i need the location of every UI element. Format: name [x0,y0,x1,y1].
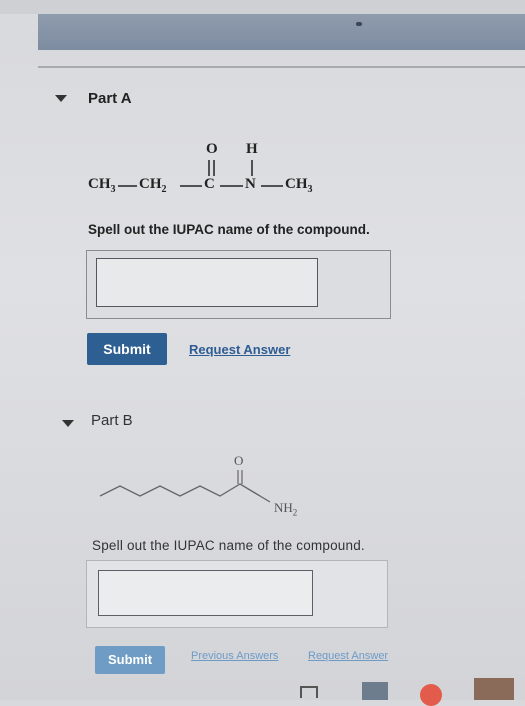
taskbar-pinned-icon[interactable] [474,678,514,700]
structure-nh2: NH2 [274,500,298,518]
part-b-submit-button[interactable]: Submit [95,646,165,674]
structure-oxygen: O [234,453,244,468]
part-b-previous-answers-link[interactable]: Previous Answers [191,650,278,662]
taskbar-browser-icon[interactable] [420,684,442,706]
part-b-prompt: Spell out the IUPAC name of the compound… [92,538,365,553]
part-b-request-answer-link[interactable]: Request Answer [308,650,388,662]
taskbar-app-icon[interactable] [362,682,388,700]
taskbar-task-view-icon[interactable] [300,686,318,698]
part-b-answer-input[interactable] [98,570,313,616]
